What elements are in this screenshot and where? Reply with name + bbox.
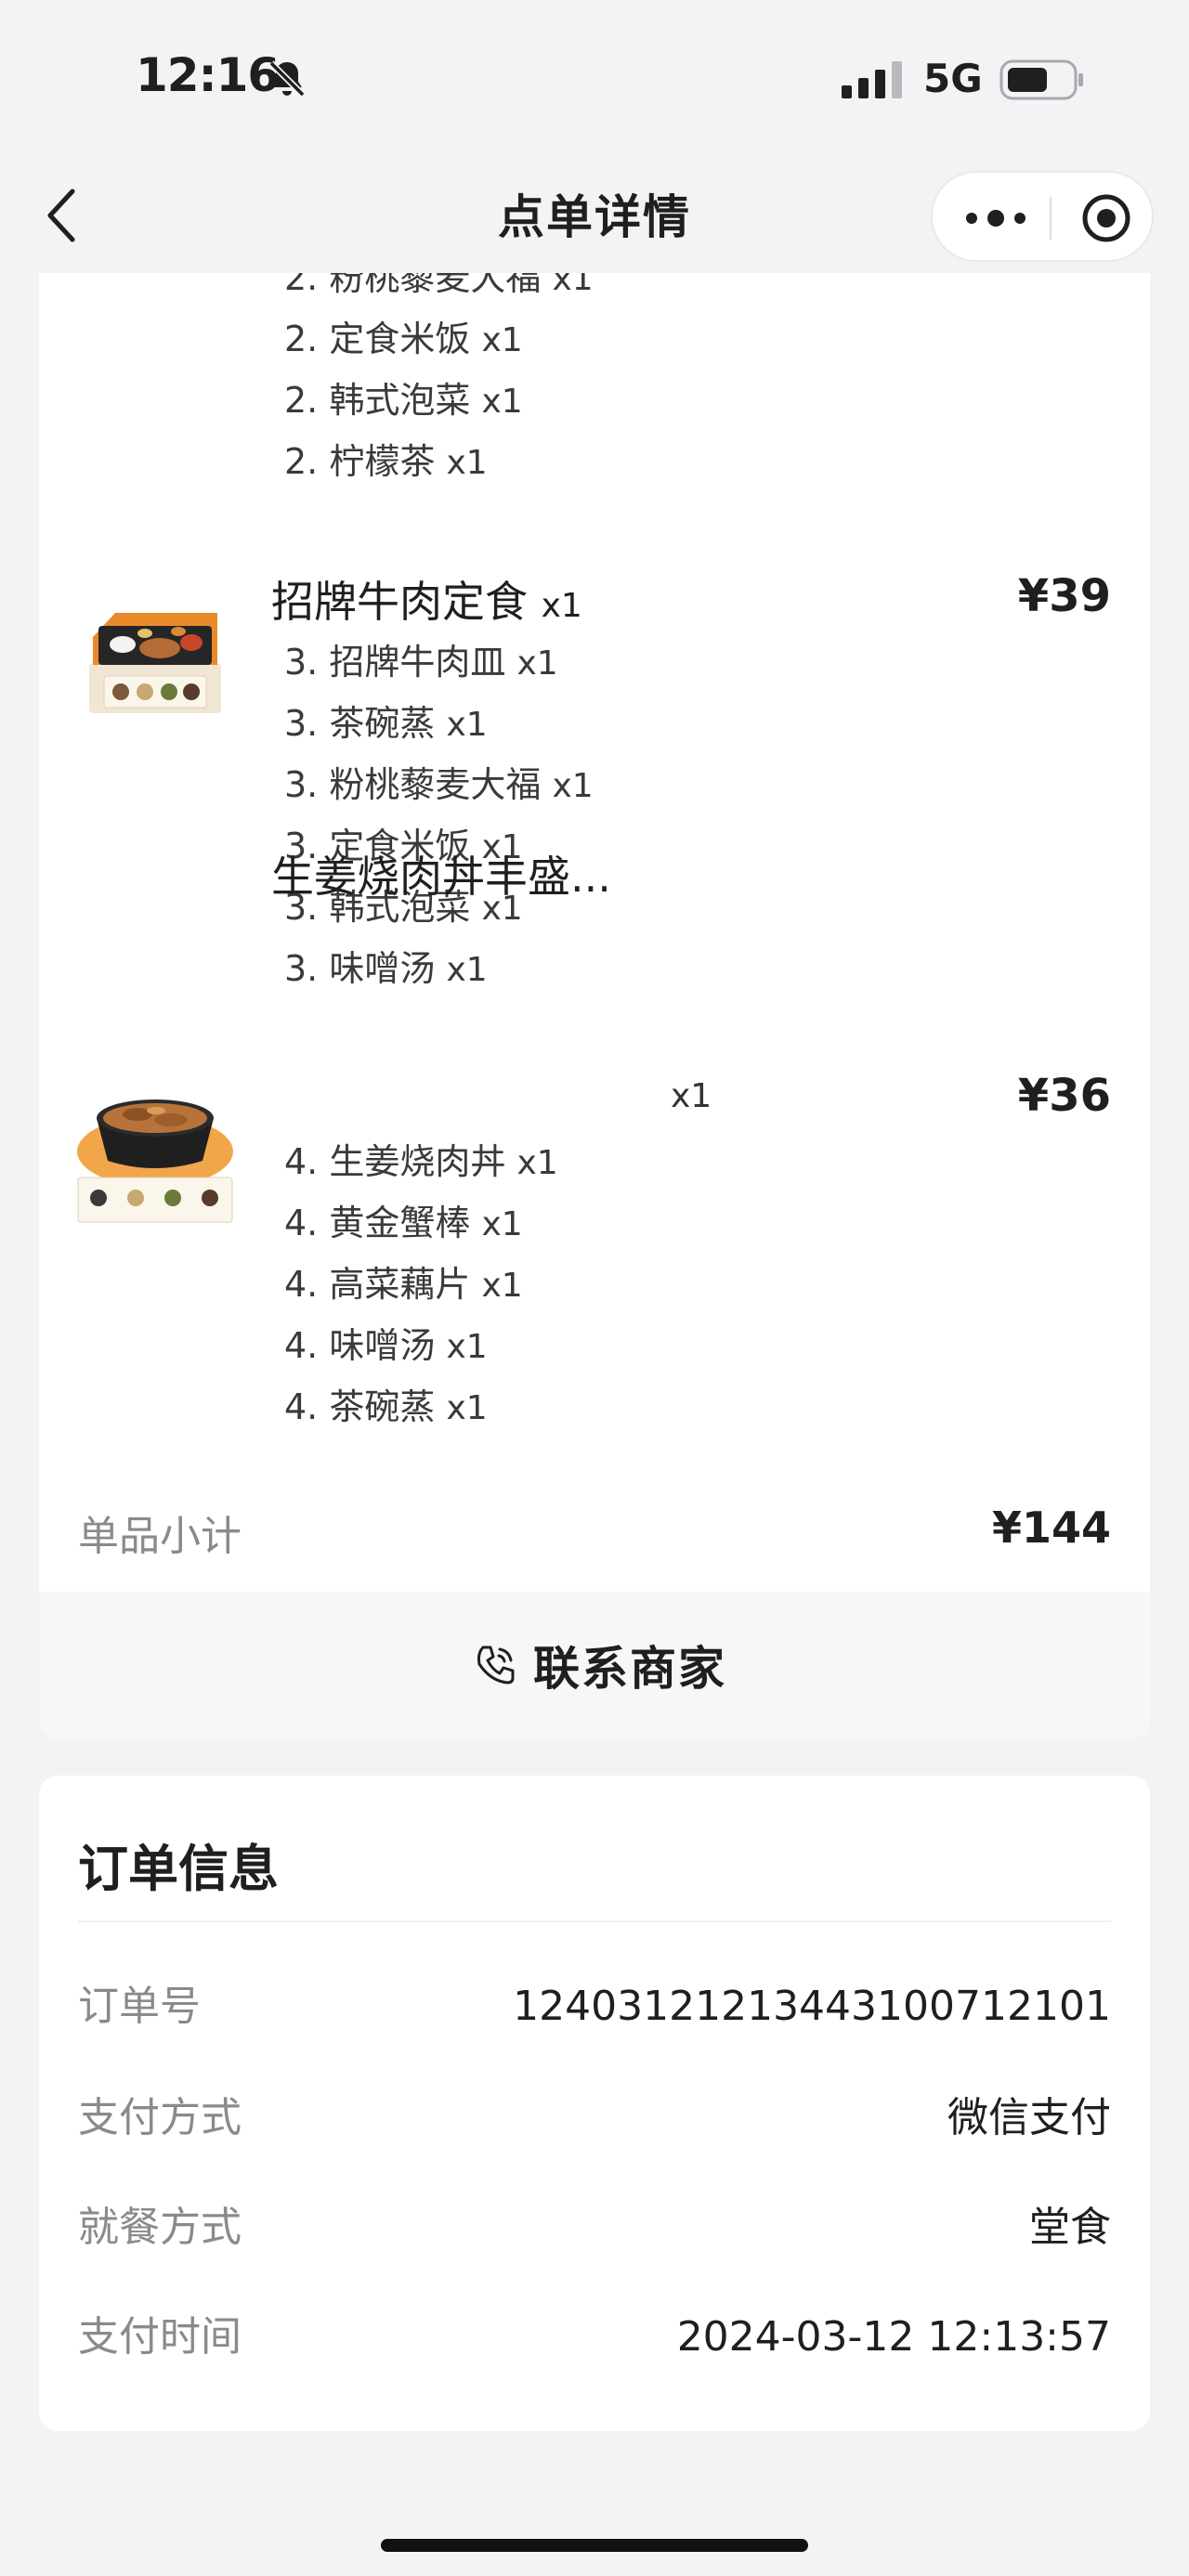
sub-item-name: 4. 高菜藕片 — [284, 1264, 471, 1305]
status-time: 12:16 — [136, 48, 280, 102]
payment-time-value: 2024-03-12 12:13:57 — [676, 2313, 1111, 2361]
sub-item: 4. 茶碗蒸 x1 — [284, 1376, 558, 1438]
sub-item-name: 3. 招牌牛肉皿 — [284, 642, 506, 683]
order-info-divider — [78, 1920, 1111, 1922]
subtotal-label: 单品小计 — [78, 1513, 242, 1560]
item-sub-list: 3. 招牌牛肉皿 x1 3. 茶碗蒸 x1 3. 粉桃藜麦大福 x1 3. 定食… — [284, 631, 594, 999]
item-price: ¥36 — [1017, 1070, 1111, 1122]
sub-item: 4. 味噌汤 x1 — [284, 1315, 558, 1376]
payment-method-row: 支付方式 微信支付 — [78, 2086, 1111, 2151]
order-items-card: 2. 粉桃藜麦大福 x1 2. 定食米饭 x1 2. 韩式泡菜 x1 2. 柠檬… — [39, 273, 1150, 1738]
sub-item: 2. 柠檬茶 x1 — [284, 431, 594, 492]
sub-item: 3. 味噌汤 x1 — [284, 938, 594, 999]
sub-item: 2. 定食米饭 x1 — [284, 308, 594, 370]
sub-item: 4. 黄金蟹棒 x1 — [284, 1192, 558, 1254]
dining-mode-label: 就餐方式 — [78, 2204, 242, 2251]
battery-icon — [1000, 59, 1083, 100]
subtotal-value: ¥144 — [991, 1503, 1111, 1553]
sub-item-qty: x1 — [446, 1328, 488, 1366]
sub-item: 4. 高菜藕片 x1 — [284, 1254, 558, 1315]
bell-slash-icon — [268, 60, 306, 98]
phone-icon — [477, 1646, 515, 1685]
sub-item-name: 2. 粉桃藜麦大福 — [284, 273, 542, 298]
mini-program-capsule — [931, 171, 1154, 262]
item-qty: x1 — [541, 587, 582, 625]
order-number-label: 订单号 — [78, 1983, 201, 2030]
sub-item-qty: x1 — [446, 1389, 488, 1427]
sub-item-name: 4. 生姜烧肉丼 — [284, 1141, 506, 1182]
sub-item-qty: x1 — [516, 1144, 558, 1182]
payment-method-value: 微信支付 — [947, 2094, 1111, 2141]
sub-item: 3. 招牌牛肉皿 x1 — [284, 631, 594, 693]
sub-item: 2. 韩式泡菜 x1 — [284, 370, 594, 431]
nav-bar: 点单详情 — [0, 158, 1189, 273]
item-name: 招牌牛肉定食 x1 — [271, 568, 582, 630]
item-sub-list: 4. 生姜烧肉丼 x1 4. 黄金蟹棒 x1 4. 高菜藕片 x1 4. 味噌汤… — [284, 1131, 558, 1438]
beef-set-thumbnail — [87, 600, 223, 715]
sub-item-name: 3. 味噌汤 — [284, 948, 436, 989]
sub-item-qty: x1 — [481, 1267, 523, 1305]
sub-item-name: 3. 茶碗蒸 — [284, 703, 436, 744]
order-number-row: 订单号 12403121213443100712101 — [78, 1974, 1111, 2039]
sub-item: 2. 粉桃藜麦大福 x1 — [284, 273, 594, 308]
sub-item-qty: x1 — [481, 383, 523, 421]
prev-item-sub-list: 2. 粉桃藜麦大福 x1 2. 定食米饭 x1 2. 韩式泡菜 x1 2. 柠檬… — [284, 273, 594, 492]
sub-item-name: 2. 定食米饭 — [284, 319, 471, 359]
sub-item-qty: x1 — [446, 444, 488, 482]
capsule-divider — [1050, 197, 1052, 240]
sub-item-name: 4. 茶碗蒸 — [284, 1386, 436, 1427]
payment-time-label: 支付时间 — [78, 2313, 242, 2361]
home-indicator[interactable] — [381, 2539, 808, 2552]
item-qty: x1 — [671, 1077, 712, 1115]
item-title: 招牌牛肉定食 — [271, 577, 528, 627]
contact-merchant-inner: 联系商家 — [472, 1633, 726, 1698]
payment-time-row: 支付时间 2024-03-12 12:13:57 — [78, 2305, 1111, 2370]
more-icon[interactable] — [960, 197, 1031, 240]
order-number-value: 12403121213443100712101 — [513, 1983, 1111, 2030]
sub-item: 3. 茶碗蒸 x1 — [284, 693, 594, 754]
order-info-card: 订单信息 订单号 12403121213443100712101 支付方式 微信… — [39, 1776, 1150, 2431]
contact-merchant-label: 联系商家 — [533, 1642, 726, 1696]
sub-item-name: 4. 黄金蟹棒 — [284, 1203, 471, 1243]
target-icon[interactable] — [1081, 193, 1131, 243]
signal-icon — [842, 61, 902, 98]
dining-mode-value: 堂食 — [1029, 2204, 1111, 2251]
status-bar: 12:16 5G — [0, 0, 1189, 158]
sub-item-qty: x1 — [481, 1205, 523, 1243]
payment-method-label: 支付方式 — [78, 2094, 242, 2141]
item-price: ¥39 — [1017, 570, 1111, 622]
sub-item-qty: x1 — [446, 951, 488, 989]
ginger-pork-bowl-thumbnail — [76, 1081, 234, 1224]
sub-item-name: 2. 柠檬茶 — [284, 441, 436, 482]
item-title: 生姜烧肉丼丰盛... — [271, 852, 611, 902]
order-info-heading: 订单信息 — [78, 1840, 279, 1898]
sub-item-qty: x1 — [552, 767, 594, 805]
item-name: 生姜烧肉丼丰盛... — [271, 843, 611, 904]
sub-item: 4. 生姜烧肉丼 x1 — [284, 1131, 558, 1192]
dining-mode-row: 就餐方式 堂食 — [78, 2195, 1111, 2260]
contact-merchant-button[interactable]: 联系商家 — [39, 1592, 1150, 1738]
sub-item-name: 2. 韩式泡菜 — [284, 380, 471, 421]
sub-item-name: 4. 味噌汤 — [284, 1325, 436, 1366]
sub-item-qty: x1 — [481, 321, 523, 359]
sub-item-name: 3. 粉桃藜麦大福 — [284, 764, 542, 805]
sub-item-qty: x1 — [516, 644, 558, 683]
sub-item-qty: x1 — [552, 273, 594, 298]
sub-item: 3. 粉桃藜麦大福 x1 — [284, 754, 594, 815]
network-label: 5G — [923, 56, 983, 101]
sub-item-qty: x1 — [446, 706, 488, 744]
